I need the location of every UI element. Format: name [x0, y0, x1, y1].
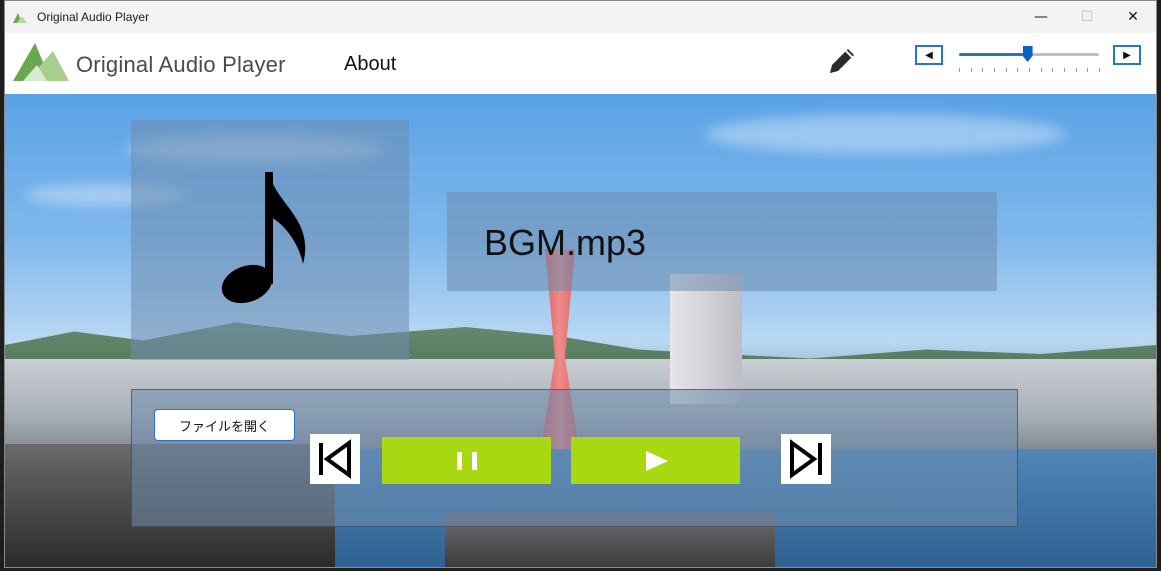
play-button[interactable] [571, 437, 740, 484]
skip-previous-button[interactable] [310, 434, 360, 484]
skip-next-button[interactable] [781, 434, 831, 484]
window-title: Original Audio Player [37, 10, 150, 24]
pause-button[interactable] [382, 437, 551, 484]
about-link[interactable]: About [344, 53, 396, 76]
background-photo: BGM.mp3 ファイルを開く [5, 94, 1156, 567]
app-logo [13, 43, 69, 81]
slider-tick [1005, 68, 1007, 72]
maximize-icon: ☐ [1080, 9, 1094, 25]
slider-tick [1075, 68, 1077, 72]
app-window: Original Audio Player — ☐ ✕ Original Aud… [4, 0, 1157, 568]
app-logo-icon [13, 13, 27, 23]
volume-up-button[interactable]: ▶ [1113, 45, 1141, 65]
title-bar[interactable]: Original Audio Player — ☐ ✕ [5, 1, 1156, 33]
minimize-button[interactable]: — [1018, 1, 1064, 33]
slider-tick [1064, 68, 1065, 72]
pause-icon [456, 451, 477, 470]
slider-tick [982, 68, 984, 72]
track-title: BGM.mp3 [484, 222, 647, 263]
app-header: Original Audio Player About ◀ ▶ [5, 33, 1156, 95]
volume-slider[interactable] [959, 46, 1099, 62]
volume-down-button[interactable]: ◀ [915, 45, 943, 65]
slider-tick [1052, 68, 1054, 72]
music-note-icon [221, 172, 306, 304]
minimize-icon: — [1034, 9, 1048, 25]
slider-tick [1029, 68, 1030, 72]
close-icon: ✕ [1127, 9, 1139, 25]
slider-tick [1099, 68, 1100, 72]
volume-slider-ticks [959, 68, 1100, 72]
skip-previous-icon [319, 439, 351, 479]
skip-next-icon [790, 439, 822, 479]
volume-slider-thumb[interactable] [1022, 46, 1033, 62]
slider-tick [1087, 68, 1089, 72]
play-icon [645, 450, 668, 471]
slider-tick [1017, 68, 1019, 72]
close-button[interactable]: ✕ [1110, 1, 1156, 33]
slider-tick [970, 68, 972, 72]
volume-slider-fill [959, 53, 1028, 56]
slider-tick [994, 68, 995, 72]
slider-tick [1040, 68, 1042, 72]
open-file-button[interactable]: ファイルを開く [154, 409, 295, 441]
cloud [705, 114, 1065, 154]
pencil-icon[interactable] [824, 45, 858, 79]
now-playing-panel: BGM.mp3 [447, 192, 997, 291]
maximize-button[interactable]: ☐ [1064, 1, 1110, 33]
app-name: Original Audio Player [76, 52, 286, 77]
hotel-tower [670, 274, 742, 404]
slider-tick [959, 68, 960, 72]
